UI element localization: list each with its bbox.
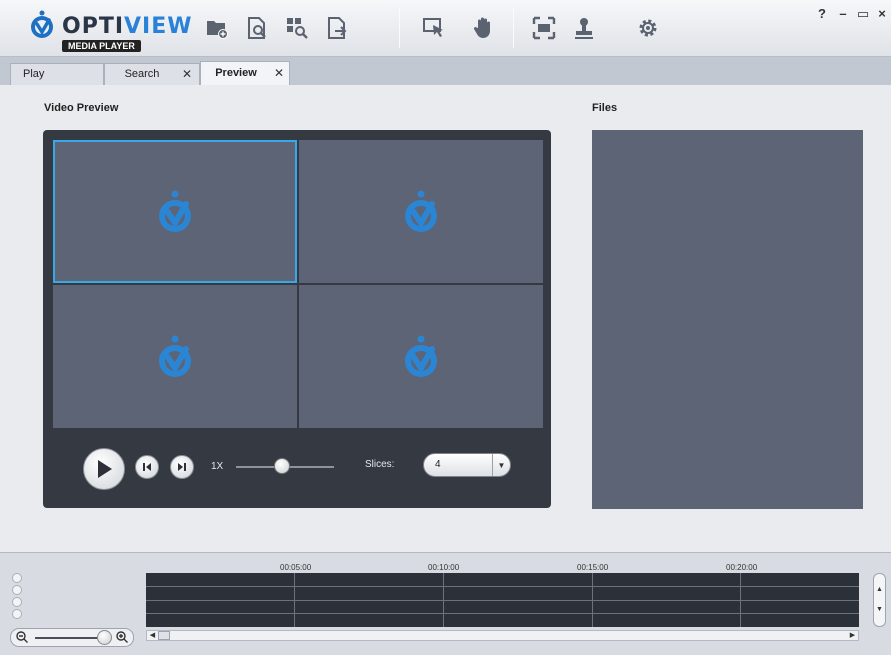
timeline-vertical-scrollbar[interactable]: ▲ ▼ bbox=[873, 573, 886, 627]
maximize-button[interactable]: ▭ bbox=[856, 6, 870, 22]
track-divider bbox=[146, 600, 859, 601]
step-back-icon bbox=[143, 463, 151, 471]
fullscreen-icon bbox=[532, 16, 556, 40]
step-forward-icon bbox=[178, 463, 186, 471]
search-file-icon bbox=[248, 17, 266, 39]
export-file-icon bbox=[328, 17, 347, 39]
playback-controls: 1X Slices: 4 ▼ bbox=[43, 428, 551, 508]
tab-play-window[interactable]: Play Window bbox=[10, 63, 104, 100]
logo-wordmark: OPTIVIEW bbox=[62, 14, 193, 39]
video-preview-title: Video Preview bbox=[44, 102, 119, 114]
scroll-up-icon[interactable]: ▲ bbox=[874, 584, 885, 596]
track-selector[interactable] bbox=[12, 597, 22, 607]
toolbar-separator bbox=[399, 8, 400, 48]
time-mark: 00:20:00 bbox=[726, 563, 758, 572]
zoom-slider-track[interactable] bbox=[35, 637, 105, 639]
grid-search-button[interactable] bbox=[283, 14, 311, 42]
logo-word-view: VIEW bbox=[124, 14, 193, 39]
optiview-logo-icon bbox=[405, 335, 437, 377]
open-folder-icon bbox=[207, 21, 228, 39]
step-forward-button[interactable] bbox=[170, 455, 194, 479]
track-selector[interactable] bbox=[12, 573, 22, 583]
fullscreen-button[interactable] bbox=[530, 14, 558, 42]
track-selectors bbox=[12, 573, 24, 621]
tab-search[interactable]: Search ✕ bbox=[104, 63, 200, 85]
tab-bar: Play Window Search ✕ Preview ✕ bbox=[0, 57, 891, 100]
scroll-left-icon[interactable]: ◀ bbox=[147, 631, 158, 640]
slices-label: Slices: bbox=[365, 459, 395, 470]
logo-word-opti: OPTI bbox=[62, 14, 125, 39]
zoom-out-icon[interactable] bbox=[15, 630, 29, 644]
tab-label: Preview bbox=[215, 67, 257, 79]
video-grid bbox=[53, 140, 543, 428]
optiview-logo-icon bbox=[405, 190, 437, 232]
slices-value: 4 bbox=[435, 459, 441, 470]
pan-hand-icon bbox=[473, 17, 490, 38]
grid-search-icon bbox=[287, 18, 308, 39]
tab-preview[interactable]: Preview ✕ bbox=[200, 61, 290, 85]
optiview-logo-icon bbox=[159, 190, 191, 232]
time-mark: 00:10:00 bbox=[428, 563, 460, 572]
app-logo: OPTIVIEW MEDIA PLAYER bbox=[28, 8, 192, 52]
files-title: Files bbox=[592, 102, 618, 114]
zoom-in-icon[interactable] bbox=[115, 630, 129, 644]
chevron-down-icon: ▼ bbox=[492, 454, 510, 476]
toolbar: OPTIVIEW MEDIA PLAYER ? – ▭ × bbox=[0, 0, 891, 57]
timeline-horizontal-scrollbar[interactable]: ◀ ▶ bbox=[146, 630, 859, 641]
close-window-button[interactable]: × bbox=[875, 6, 889, 21]
track-divider bbox=[146, 613, 859, 614]
optiview-logo-icon bbox=[159, 335, 191, 377]
slices-select[interactable]: 4 ▼ bbox=[423, 453, 511, 477]
play-icon bbox=[98, 460, 112, 478]
export-file-button[interactable] bbox=[323, 14, 351, 42]
time-gridline bbox=[740, 573, 741, 627]
time-mark: 00:05:00 bbox=[280, 563, 312, 572]
timeline: 00:05:00 00:10:00 00:15:00 00:20:00 ▲ ▼ … bbox=[0, 552, 891, 655]
scroll-down-icon[interactable]: ▼ bbox=[874, 604, 885, 616]
video-preview-panel: 1X Slices: 4 ▼ bbox=[43, 130, 551, 508]
speed-label: 1X bbox=[211, 461, 224, 472]
track-selector[interactable] bbox=[12, 585, 22, 595]
play-button[interactable] bbox=[83, 448, 125, 490]
settings-gear-icon bbox=[639, 19, 657, 37]
time-ruler: 00:05:00 00:10:00 00:15:00 00:20:00 bbox=[146, 563, 859, 573]
scroll-right-icon[interactable]: ▶ bbox=[847, 631, 858, 640]
timeline-tracks[interactable] bbox=[146, 573, 859, 627]
time-gridline bbox=[592, 573, 593, 627]
logo-subtitle: MEDIA PLAYER bbox=[62, 40, 141, 52]
preview-page: Video Preview Files 1X Slices: 4 ▼ bbox=[0, 85, 891, 552]
track-divider bbox=[146, 586, 859, 587]
timeline-zoom-control bbox=[10, 628, 134, 647]
video-cell[interactable] bbox=[299, 285, 543, 428]
stamp-button[interactable] bbox=[570, 14, 598, 42]
help-button[interactable]: ? bbox=[815, 6, 829, 21]
optiview-logo-icon bbox=[31, 10, 53, 38]
open-folder-button[interactable] bbox=[203, 14, 231, 42]
scroll-thumb[interactable] bbox=[158, 631, 170, 640]
time-gridline bbox=[294, 573, 295, 627]
files-panel bbox=[592, 130, 863, 509]
minimize-button[interactable]: – bbox=[836, 6, 850, 21]
stamp-icon bbox=[575, 18, 593, 39]
zoom-slider-knob[interactable] bbox=[97, 630, 112, 645]
video-cell[interactable] bbox=[53, 140, 297, 283]
time-mark: 00:15:00 bbox=[577, 563, 609, 572]
time-gridline bbox=[443, 573, 444, 627]
video-cell[interactable] bbox=[299, 140, 543, 283]
speed-slider-knob[interactable] bbox=[274, 458, 290, 474]
toolbar-separator bbox=[513, 8, 514, 48]
search-file-button[interactable] bbox=[243, 14, 271, 42]
video-cell[interactable] bbox=[53, 285, 297, 428]
select-pointer-button[interactable] bbox=[420, 14, 448, 42]
settings-button[interactable] bbox=[634, 14, 662, 42]
track-selector[interactable] bbox=[12, 609, 22, 619]
tab-close-icon[interactable]: ✕ bbox=[182, 64, 192, 84]
tab-close-icon[interactable]: ✕ bbox=[274, 62, 284, 84]
tab-label: Search bbox=[124, 68, 160, 80]
select-pointer-icon bbox=[423, 18, 443, 37]
step-back-button[interactable] bbox=[135, 455, 159, 479]
pan-hand-button[interactable] bbox=[470, 14, 498, 42]
